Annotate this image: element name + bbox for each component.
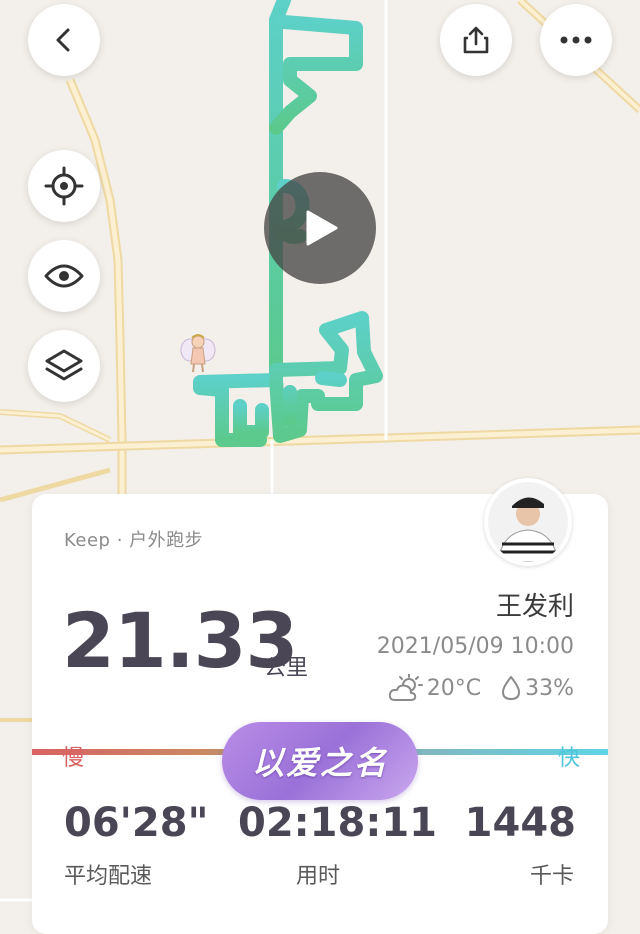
share-button[interactable] [440, 4, 512, 76]
temperature-value: 20°C [426, 675, 482, 701]
eye-icon [44, 264, 84, 288]
share-icon [463, 26, 489, 54]
event-badge-text: 以爱之名 [251, 744, 388, 782]
play-replay-button[interactable] [264, 172, 376, 284]
start-marker-icon [180, 334, 216, 373]
pace-slow-label: 慢 [62, 746, 85, 771]
duration-value: 02:18:11 [238, 800, 437, 846]
activity-datetime: 2021/05/09 10:00 [376, 634, 574, 659]
play-icon [306, 210, 338, 246]
back-button[interactable] [28, 4, 100, 76]
more-icon [560, 36, 592, 44]
avg-pace-label: 平均配速 [64, 864, 153, 889]
locate-icon [44, 166, 84, 206]
humidity-value: 33% [525, 675, 574, 701]
calories-label: 千卡 [529, 864, 574, 889]
avatar[interactable] [484, 478, 572, 566]
weather-info: 20°C 33% [388, 674, 574, 702]
more-button[interactable] [540, 4, 612, 76]
pace-fast-label: 快 [557, 746, 580, 771]
layers-icon [45, 349, 83, 381]
duration-label: 用时 [296, 864, 341, 889]
locate-button[interactable] [28, 150, 100, 222]
distance-unit: 公里 [264, 656, 309, 681]
chevron-left-icon [56, 28, 70, 52]
visibility-button[interactable] [28, 240, 100, 312]
partly-cloudy-icon [388, 674, 423, 701]
humidity-drop-icon [502, 676, 521, 700]
username[interactable]: 王发利 [496, 586, 574, 623]
activity-source: Keep · 户外跑步 [64, 530, 204, 551]
avg-pace-value: 06'28" [64, 800, 209, 846]
calories-value: 1448 [464, 800, 576, 846]
distance-value: 21.33 [62, 596, 298, 685]
event-badge[interactable]: 以爱之名 [222, 722, 418, 800]
user-avatar-icon [488, 482, 568, 562]
layers-button[interactable] [28, 330, 100, 402]
